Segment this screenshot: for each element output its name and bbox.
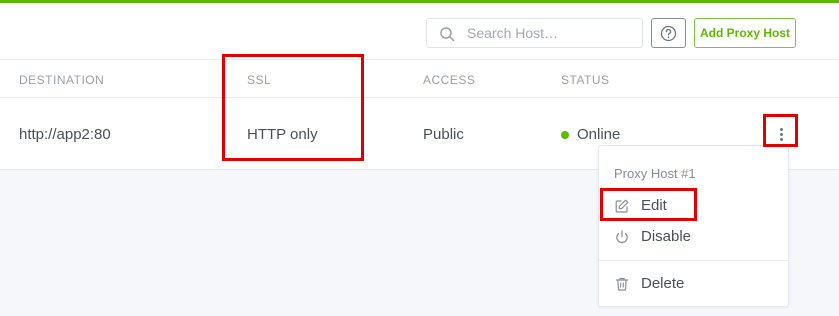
menu-item-label: Disable [641, 228, 692, 245]
question-circle-icon [660, 25, 677, 41]
power-icon [616, 230, 628, 244]
table-header: DESTINATION SSL ACCESS STATUS [0, 61, 839, 98]
row-actions-menu: Proxy Host #1 Edit Disable Delete [598, 145, 789, 307]
actions-highlight-box [763, 114, 798, 147]
menu-header: Proxy Host #1 [614, 166, 696, 181]
search-input[interactable] [467, 23, 637, 43]
column-header-destination: DESTINATION [19, 73, 105, 87]
column-header-status: STATUS [561, 73, 610, 87]
menu-divider [599, 260, 788, 261]
toolbar: Add Proxy Host [0, 6, 839, 60]
status-cell: Online [577, 126, 621, 143]
add-proxy-host-button[interactable]: Add Proxy Host [694, 18, 796, 48]
ssl-highlight-box [222, 54, 364, 161]
trash-icon [615, 277, 629, 291]
menu-item-label: Delete [641, 275, 685, 292]
destination-cell: http://app2:80 [19, 126, 111, 143]
menu-item-delete[interactable]: Delete [599, 271, 788, 297]
status-dot-icon [561, 131, 569, 139]
menu-item-disable[interactable]: Disable [599, 224, 788, 250]
search-box[interactable] [426, 18, 643, 48]
help-button[interactable] [651, 18, 686, 48]
access-cell: Public [423, 126, 464, 143]
search-icon [440, 27, 455, 42]
column-header-access: ACCESS [423, 73, 476, 87]
edit-highlight-box [600, 188, 697, 221]
